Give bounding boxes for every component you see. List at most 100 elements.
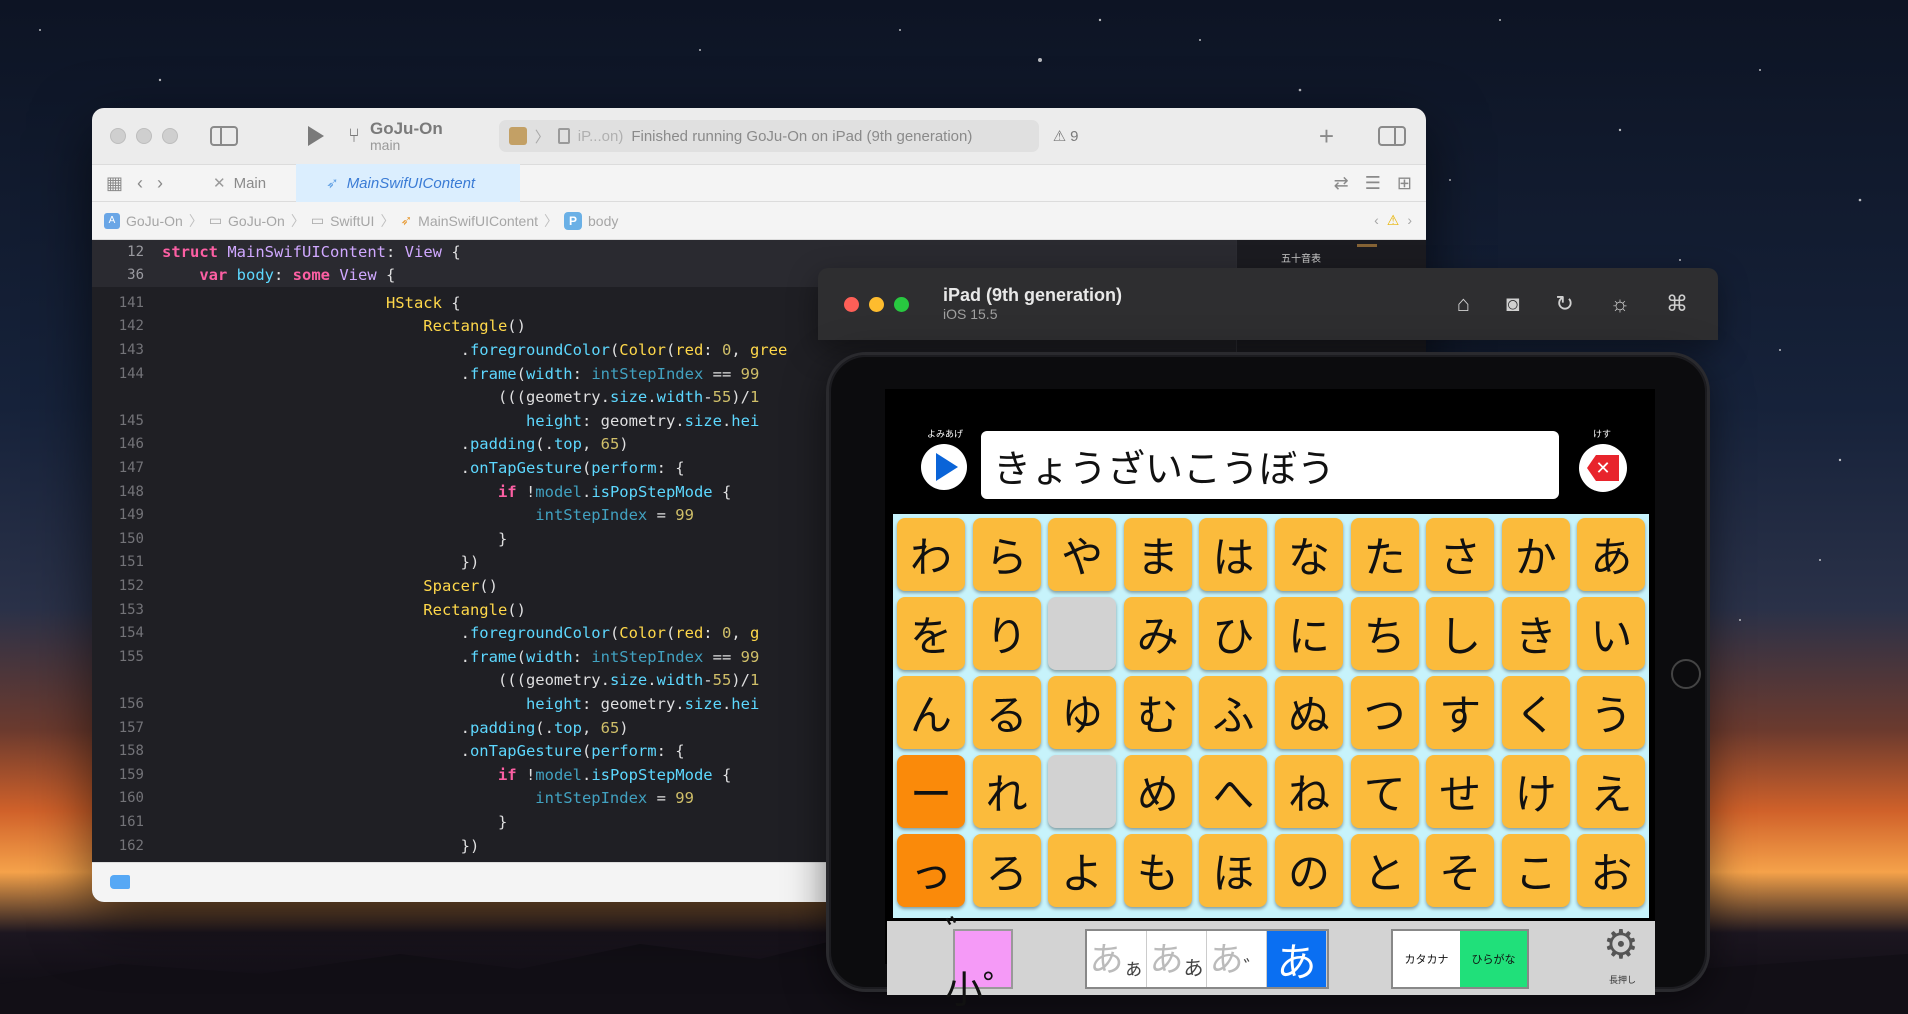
library-plus-button[interactable]: + — [1319, 121, 1334, 152]
grid-icon[interactable]: ▦ — [106, 173, 123, 194]
add-editor-icon[interactable]: ⊞ — [1397, 173, 1412, 194]
size-option-1[interactable]: あぁ — [1087, 931, 1147, 987]
kana-key[interactable]: は — [1199, 518, 1268, 591]
tab-main[interactable]: ✕ Main — [183, 164, 296, 202]
kana-key[interactable]: け — [1501, 755, 1570, 828]
kana-key[interactable]: ら — [972, 518, 1041, 591]
kana-key[interactable]: へ — [1199, 755, 1268, 828]
close-button[interactable] — [844, 296, 859, 312]
run-button[interactable] — [308, 126, 324, 146]
navigator-toggle-icon[interactable] — [210, 126, 238, 146]
code-text: if !model.isPopStepMode { — [497, 482, 732, 501]
small-dakuten-button[interactable]: ゛小゜ — [945, 913, 1021, 1012]
kana-key[interactable]: ふ — [1199, 676, 1268, 749]
zoom-button[interactable] — [894, 296, 909, 312]
size-option-3[interactable]: あ゛ — [1207, 931, 1267, 987]
next-issue-icon[interactable]: › — [1407, 212, 1412, 229]
kana-key[interactable]: ろ — [972, 834, 1041, 907]
kana-key[interactable]: も — [1123, 834, 1192, 907]
kana-key[interactable]: こ — [1501, 834, 1570, 907]
breadcrumb-item[interactable]: MainSwifUIContent — [418, 213, 538, 229]
kana-key[interactable]: せ — [1426, 755, 1495, 828]
zoom-button[interactable] — [162, 128, 178, 144]
kana-key[interactable]: や — [1048, 518, 1117, 591]
size-option-4[interactable]: あ — [1267, 931, 1327, 987]
kana-key[interactable]: わ — [897, 518, 965, 591]
kana-key[interactable]: お — [1577, 834, 1646, 907]
warnings-indicator[interactable]: ⚠ 9 — [1053, 127, 1079, 146]
kana-key[interactable]: っ — [897, 834, 965, 907]
close-button[interactable] — [110, 128, 126, 144]
kana-key[interactable]: き — [1501, 597, 1570, 670]
kana-key[interactable]: つ — [1350, 676, 1419, 749]
kana-key[interactable]: ゆ — [1048, 676, 1117, 749]
breadcrumb-item[interactable]: body — [588, 213, 618, 229]
filter-icon[interactable] — [110, 875, 130, 889]
home-icon[interactable]: ⌂ — [1457, 291, 1470, 317]
kana-key[interactable]: ね — [1275, 755, 1343, 828]
kana-key[interactable]: む — [1123, 676, 1192, 749]
code-line: 161 } — [92, 810, 508, 834]
kana-key[interactable]: よ — [1048, 834, 1117, 907]
katakana-option[interactable]: カタカナ — [1393, 931, 1460, 987]
command-key-icon[interactable]: ⌘ — [1666, 291, 1688, 317]
kana-key[interactable]: と — [1350, 834, 1419, 907]
kana-key[interactable]: ま — [1123, 518, 1192, 591]
minimize-button[interactable] — [869, 296, 884, 312]
kana-key[interactable]: ぬ — [1275, 676, 1343, 749]
kana-text-field[interactable]: きょうざいこうぼう — [981, 431, 1559, 499]
code-text: Rectangle() — [423, 317, 526, 336]
kana-key[interactable]: か — [1501, 518, 1570, 591]
kana-key[interactable]: れ — [972, 755, 1041, 828]
home-button[interactable] — [1671, 659, 1701, 689]
kana-key[interactable]: な — [1275, 518, 1343, 591]
rotate-icon[interactable]: ↻ — [1555, 291, 1573, 317]
kana-key[interactable]: ほ — [1199, 834, 1268, 907]
kana-key[interactable]: に — [1275, 597, 1343, 670]
code-text: .onTapGesture(perform: { — [162, 742, 685, 761]
kana-key[interactable]: の — [1275, 834, 1343, 907]
minimize-button[interactable] — [136, 128, 152, 144]
size-option-2[interactable]: ああ — [1147, 931, 1207, 987]
kana-key[interactable]: ひ — [1199, 597, 1268, 670]
previous-issue-icon[interactable]: ‹ — [1374, 212, 1379, 229]
delete-button[interactable]: ✕ — [1579, 444, 1627, 492]
kana-key[interactable]: め — [1123, 755, 1192, 828]
kana-key[interactable]: す — [1426, 676, 1495, 749]
kana-key[interactable]: て — [1350, 755, 1419, 828]
kana-key[interactable]: い — [1577, 597, 1646, 670]
kana-key[interactable]: え — [1577, 755, 1646, 828]
line-number: 147 — [118, 459, 144, 476]
kana-key[interactable]: り — [972, 597, 1041, 670]
kana-key[interactable]: み — [1123, 597, 1192, 670]
hiragana-option[interactable]: ひらがな — [1460, 931, 1527, 987]
scheme-selector[interactable]: GoJu-On main — [370, 119, 443, 153]
gear-icon[interactable]: ⚙ — [1603, 925, 1639, 965]
kana-key[interactable]: を — [897, 597, 965, 670]
kana-key[interactable]: く — [1501, 676, 1570, 749]
kana-key[interactable]: る — [972, 676, 1041, 749]
editor-options-icon[interactable]: ☰ — [1365, 173, 1381, 194]
breadcrumb-item[interactable]: SwiftUI — [330, 213, 374, 229]
kana-key[interactable]: あ — [1577, 518, 1646, 591]
run-destination[interactable]: iP...on) — [578, 128, 624, 145]
screenshot-camera-icon[interactable]: ◙ — [1506, 291, 1519, 317]
kana-key[interactable]: そ — [1426, 834, 1495, 907]
kana-key[interactable]: ー — [897, 755, 965, 828]
breadcrumb-item[interactable]: GoJu-On — [228, 213, 285, 229]
line-number: 153 — [118, 601, 144, 618]
kana-key[interactable]: た — [1350, 518, 1419, 591]
appearance-sun-icon[interactable]: ☼ — [1610, 291, 1630, 317]
kana-key[interactable]: さ — [1426, 518, 1495, 591]
breadcrumb-item[interactable]: GoJu-On — [126, 213, 183, 229]
read-aloud-button[interactable] — [921, 444, 967, 490]
inspector-toggle-icon[interactable] — [1378, 126, 1406, 146]
refresh-arrows-icon[interactable]: ⇄ — [1334, 173, 1349, 194]
back-chevron-icon[interactable]: ‹ — [137, 173, 143, 194]
kana-key[interactable]: ち — [1350, 597, 1419, 670]
kana-key[interactable]: し — [1426, 597, 1495, 670]
kana-key[interactable]: う — [1577, 676, 1646, 749]
kana-key[interactable]: ん — [897, 676, 965, 749]
forward-chevron-icon[interactable]: › — [157, 173, 163, 194]
tab-mainswifuicontent[interactable]: ➶ MainSwifUIContent — [296, 164, 521, 202]
